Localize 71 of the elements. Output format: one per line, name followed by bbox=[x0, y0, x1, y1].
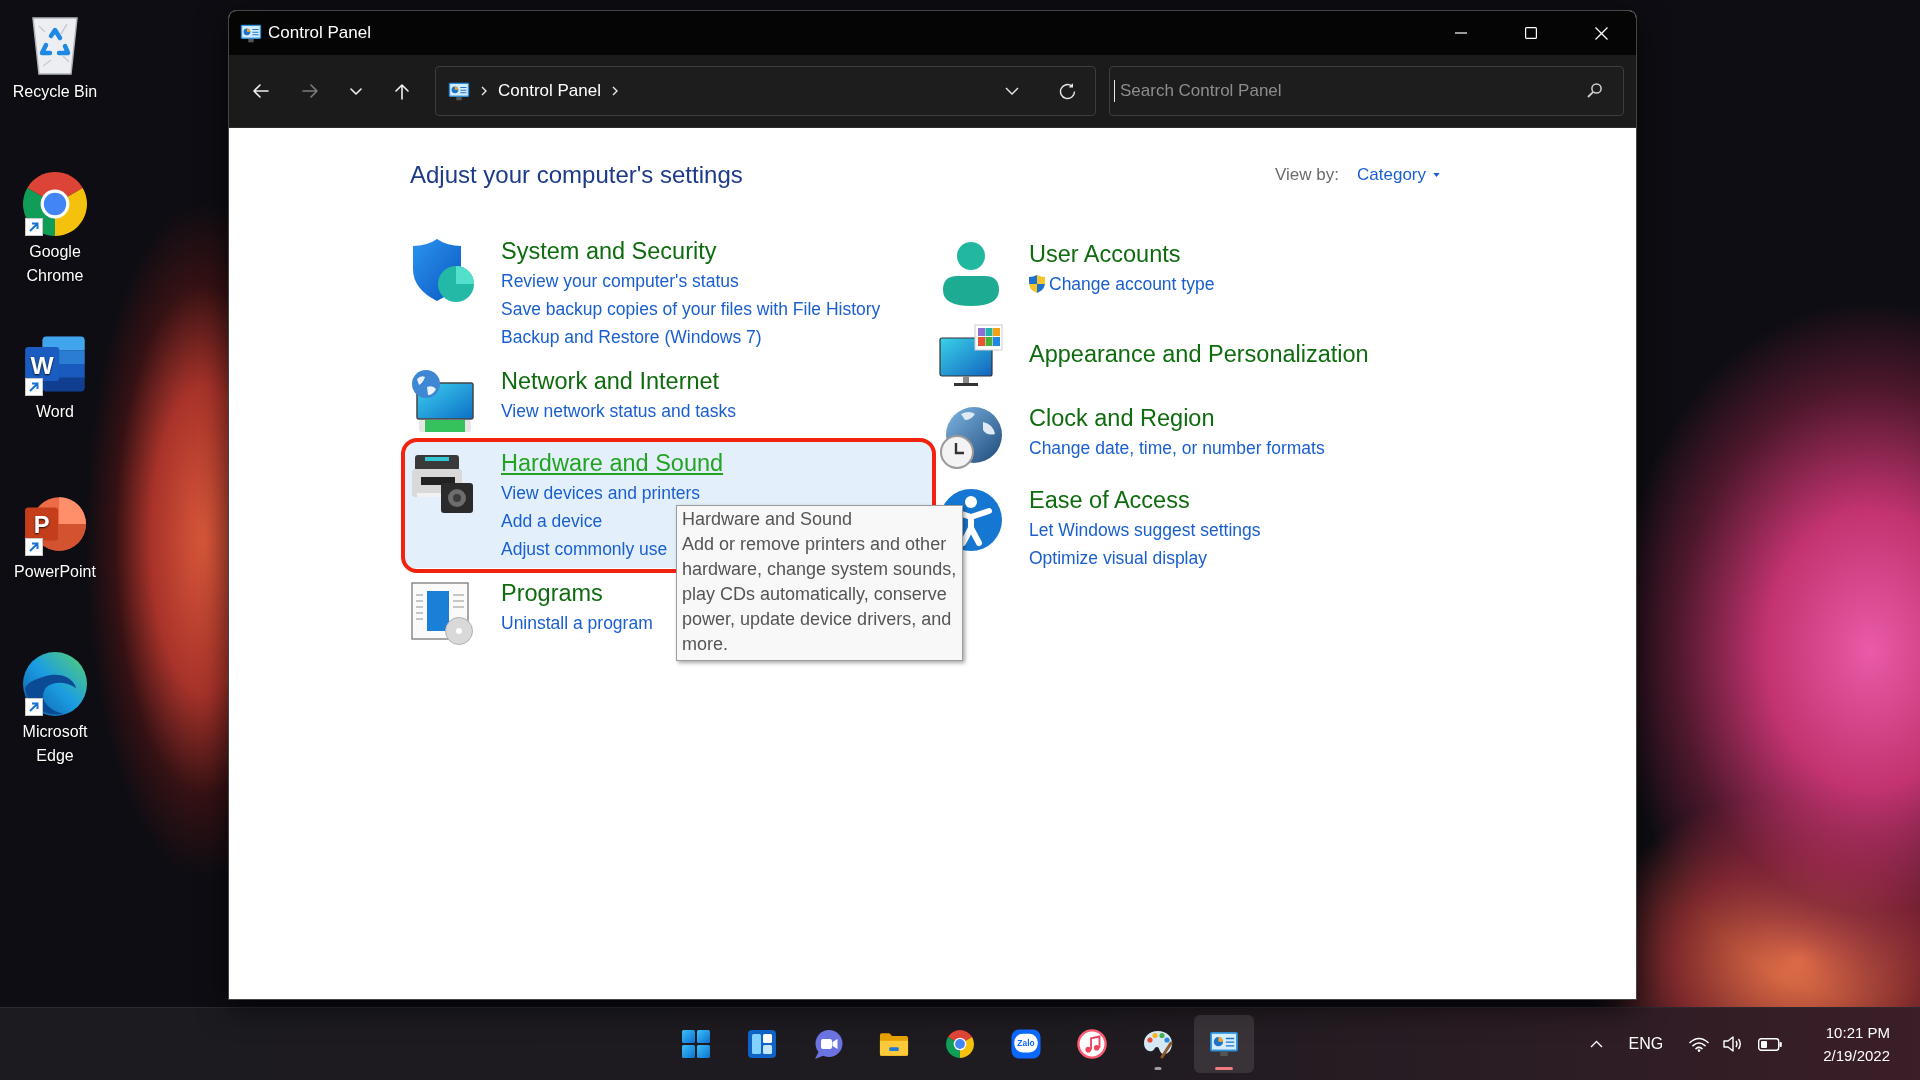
desktop-shortcut[interactable]: Microsoft Edge bbox=[0, 652, 110, 768]
category-title-link[interactable]: Clock and Region bbox=[1029, 402, 1215, 434]
folder-icon bbox=[879, 1031, 909, 1057]
task-link[interactable]: Uninstall a program bbox=[501, 609, 653, 637]
breadcrumb-item[interactable]: Control Panel bbox=[498, 81, 601, 101]
task-link[interactable]: Adjust commonly use bbox=[501, 535, 668, 563]
widgets-icon bbox=[748, 1030, 776, 1058]
chevron-down-icon bbox=[1005, 87, 1019, 95]
task-link[interactable]: Save backup copies of your files with File History bbox=[501, 295, 881, 323]
address-bar[interactable]: Control Panel bbox=[435, 66, 1096, 116]
taskbar-app-button[interactable]: Zalo bbox=[996, 1015, 1056, 1073]
tooltip-text: Add or remove printers and other hardware, change system sounds, play CDs automatically, conserve power, update device drivers, and more. bbox=[682, 533, 957, 656]
forward-arrow-icon bbox=[301, 84, 319, 98]
search-field[interactable]: Search Control Panel bbox=[1109, 66, 1624, 116]
maximize-icon bbox=[1525, 27, 1537, 39]
task-link[interactable]: View devices and printers bbox=[501, 479, 701, 507]
desktop-shortcut[interactable]: Google Chrome bbox=[0, 172, 110, 288]
monitor-chart-icon bbox=[448, 81, 470, 101]
view-by-dropdown[interactable]: Category bbox=[1357, 165, 1440, 185]
chevron-right-icon bbox=[612, 86, 618, 96]
chevron-right-icon bbox=[481, 86, 487, 96]
task-link[interactable]: Change date, time, or number formats bbox=[1029, 434, 1325, 462]
monitor-chart-icon bbox=[1209, 1031, 1239, 1057]
task-link[interactable]: Change account type bbox=[1029, 270, 1215, 298]
chrome-logo-icon bbox=[946, 1030, 974, 1058]
task-link[interactable]: Let Windows suggest settings bbox=[1029, 516, 1261, 544]
category-title-link[interactable]: Programs bbox=[501, 577, 603, 609]
chevron-up-icon bbox=[1589, 1040, 1603, 1048]
category-title-link[interactable]: User Accounts bbox=[1029, 238, 1181, 270]
globe-monitor-icon bbox=[411, 369, 475, 433]
category-title-link[interactable]: System and Security bbox=[501, 235, 717, 267]
refresh-icon bbox=[1058, 82, 1076, 100]
globe-clock-icon bbox=[939, 406, 1003, 470]
palette-brush-icon bbox=[1143, 1029, 1173, 1059]
task-link[interactable]: Optimize visual display bbox=[1029, 544, 1207, 572]
caret-down-icon bbox=[1433, 173, 1440, 177]
task-link[interactable]: View network status and tasks bbox=[501, 397, 737, 425]
page-heading: Adjust your computer's settings bbox=[410, 160, 743, 190]
chat-camera-icon bbox=[813, 1029, 843, 1059]
desktop-shortcut[interactable]: W Word bbox=[0, 332, 110, 424]
language-indicator[interactable]: ENG bbox=[1618, 1021, 1674, 1067]
chrome-logo-icon bbox=[23, 172, 87, 236]
category-title-link[interactable]: Ease of Access bbox=[1029, 484, 1190, 516]
monitor-tiles-icon bbox=[939, 324, 1003, 388]
battery-icon bbox=[1758, 1037, 1783, 1051]
search-icon bbox=[1587, 83, 1602, 98]
monitor-chart-icon bbox=[240, 23, 262, 43]
window-title: Control Panel bbox=[268, 23, 371, 43]
task-link[interactable]: Review your computer's status bbox=[501, 267, 739, 295]
start-icon bbox=[682, 1030, 710, 1058]
back-arrow-icon bbox=[251, 84, 269, 98]
up-arrow-icon bbox=[395, 82, 409, 100]
close-icon bbox=[1594, 26, 1608, 40]
task-link[interactable]: Add a device bbox=[501, 507, 603, 535]
clock-button[interactable]: 10:21 PM 2/19/2022 bbox=[1815, 1015, 1898, 1073]
chevron-down-icon bbox=[350, 87, 362, 95]
program-disc-icon bbox=[411, 581, 475, 645]
minimize-icon bbox=[1455, 32, 1467, 34]
task-link[interactable]: Backup and Restore (Windows 7) bbox=[501, 323, 762, 351]
wifi-icon bbox=[1689, 1036, 1710, 1052]
category-title-link[interactable]: Appearance and Personalization bbox=[1029, 338, 1369, 370]
desktop-shortcut[interactable]: Recycle Bin bbox=[0, 12, 110, 104]
zalo-logo-icon: Zalo bbox=[1011, 1029, 1041, 1059]
view-by-label: View by: bbox=[1275, 165, 1339, 185]
category-title-link[interactable]: Network and Internet bbox=[501, 365, 720, 397]
music-note-icon bbox=[1077, 1029, 1107, 1059]
tooltip-title: Hardware and Sound bbox=[682, 508, 854, 531]
edge-logo-icon bbox=[23, 652, 87, 716]
taskbar-app-button[interactable] bbox=[1194, 1015, 1254, 1073]
desktop-shortcut[interactable]: P PowerPoint bbox=[0, 492, 110, 584]
shield-icon bbox=[411, 239, 475, 303]
